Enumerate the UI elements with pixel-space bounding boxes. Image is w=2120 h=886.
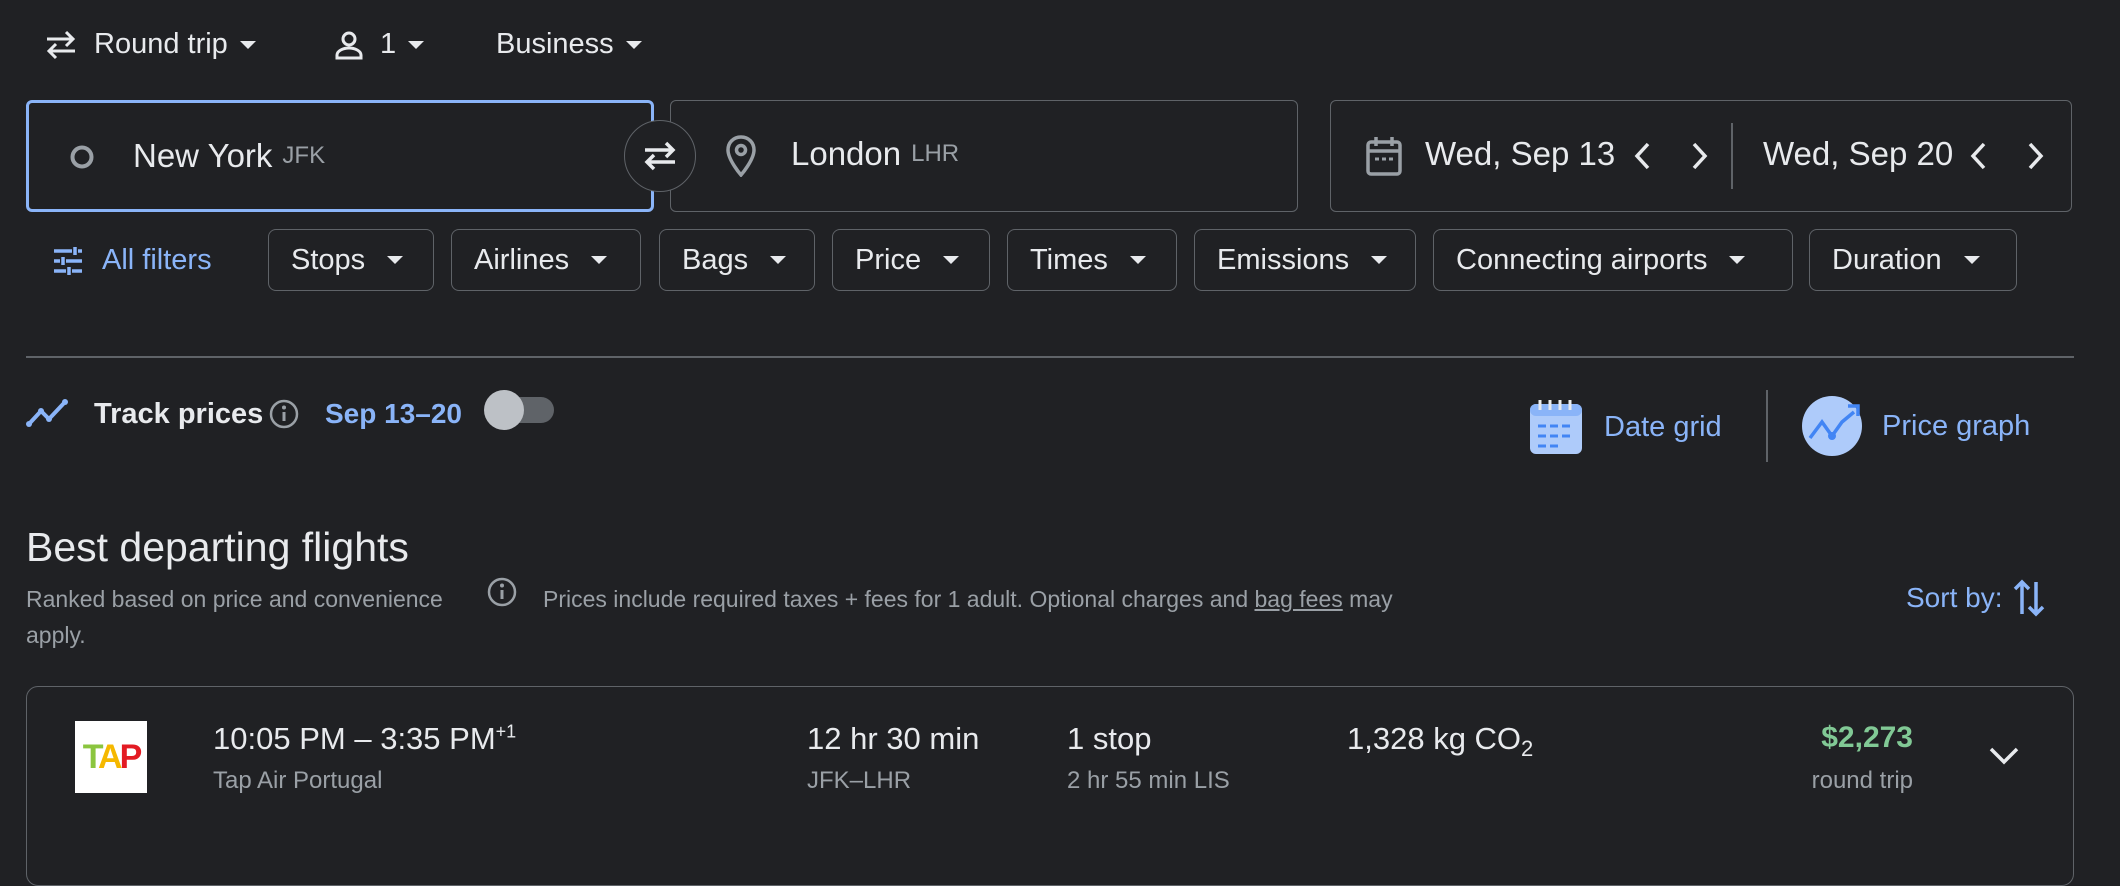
expand-chevron-icon[interactable] xyxy=(1987,745,2021,767)
date-grid-label: Date grid xyxy=(1604,410,1722,443)
origin-field[interactable]: New York JFK xyxy=(26,100,654,212)
emissions-value: 1,328 kg CO2 xyxy=(1347,721,1533,762)
all-filters-button[interactable]: All filters xyxy=(52,244,212,277)
depart-time: 10:05 PM xyxy=(213,721,346,756)
price-graph-icon xyxy=(1802,396,1862,456)
date-divider xyxy=(1731,123,1733,189)
time-separator: – xyxy=(354,721,372,756)
trip-type-label: Round trip xyxy=(94,28,228,60)
stops-count: 1 stop xyxy=(1067,721,1152,756)
chip-label: Times xyxy=(1030,243,1108,276)
chevron-down-icon xyxy=(1963,256,1980,264)
person-icon xyxy=(334,30,364,60)
calendar-icon xyxy=(1365,135,1403,177)
day-offset: +1 xyxy=(495,721,517,742)
destination-city: London xyxy=(791,135,902,172)
airline-name: Tap Air Portugal xyxy=(213,767,383,794)
chip-label: Duration xyxy=(1832,243,1942,276)
origin-city: New York xyxy=(133,137,273,174)
cabin-class-select[interactable]: Business xyxy=(480,28,642,61)
depart-prev-button[interactable] xyxy=(1633,141,1653,171)
trip-type-select[interactable]: Round trip xyxy=(44,28,256,61)
filter-chip-bags[interactable]: Bags xyxy=(659,229,815,291)
swap-arrows-icon xyxy=(44,30,78,60)
return-prev-button[interactable] xyxy=(1969,141,1989,171)
trending-up-icon xyxy=(26,396,72,428)
passengers-select[interactable]: 1 xyxy=(334,28,425,61)
view-divider xyxy=(1766,390,1768,462)
depart-date[interactable]: Wed, Sep 13 xyxy=(1425,135,1615,173)
ranking-note: Ranked based on price and convenience xyxy=(26,586,443,612)
price-note: round trip xyxy=(1811,767,1913,794)
chevron-down-icon xyxy=(239,40,256,49)
disclaimer-wrap: apply. xyxy=(26,622,86,648)
tune-icon xyxy=(52,246,84,275)
date-grid-icon xyxy=(1528,398,1584,456)
chevron-down-icon xyxy=(591,256,608,264)
origin-circle-icon xyxy=(69,144,95,170)
layover-info: 2 hr 55 min LIS xyxy=(1067,767,1230,794)
price-graph-label: Price graph xyxy=(1882,409,2031,442)
swap-locations-button[interactable] xyxy=(624,120,696,192)
track-prices-label: Track prices xyxy=(94,398,264,430)
depart-next-button[interactable] xyxy=(1689,141,1709,171)
origin-code: JFK xyxy=(282,142,326,169)
emissions-subscript: 2 xyxy=(1521,736,1534,762)
filter-chip-duration[interactable]: Duration xyxy=(1809,229,2017,291)
chevron-down-icon xyxy=(1129,256,1146,264)
filter-chip-connecting-airports[interactable]: Connecting airports xyxy=(1433,229,1793,291)
date-grid-button[interactable]: Date grid xyxy=(1528,398,1722,456)
track-date-range: Sep 13–20 xyxy=(325,398,462,429)
destination-code: LHR xyxy=(911,140,960,167)
chevron-down-icon xyxy=(1371,256,1388,264)
results-heading: Best departing flights xyxy=(26,524,409,570)
filter-chip-emissions[interactable]: Emissions xyxy=(1194,229,1416,291)
arrive-time: 3:35 PM xyxy=(380,721,496,756)
chevron-down-icon xyxy=(1729,256,1746,264)
price-disclaimer: Prices include required taxes + fees for… xyxy=(543,586,1393,613)
date-range-field: Wed, Sep 13 Wed, Sep 20 xyxy=(1330,100,2072,212)
info-icon[interactable] xyxy=(268,398,300,430)
destination-field[interactable]: London LHR xyxy=(670,100,1298,212)
location-pin-icon xyxy=(725,135,757,177)
info-icon[interactable] xyxy=(486,576,518,608)
bag-fees-link[interactable]: bag fees xyxy=(1255,586,1343,612)
chevron-down-icon xyxy=(408,40,425,49)
passengers-count: 1 xyxy=(380,28,397,60)
return-date[interactable]: Wed, Sep 20 xyxy=(1763,135,1953,173)
toggle-knob xyxy=(484,390,524,430)
swap-arrows-icon xyxy=(641,139,679,173)
chip-label: Emissions xyxy=(1217,243,1350,276)
sort-icon xyxy=(2012,578,2046,618)
return-next-button[interactable] xyxy=(2025,141,2045,171)
chip-label: Airlines xyxy=(474,243,570,276)
filter-chip-times[interactable]: Times xyxy=(1007,229,1177,291)
filter-chip-stops[interactable]: Stops xyxy=(268,229,434,291)
flight-result-card[interactable]: TAP 10:05 PM – 3:35 PM+1 Tap Air Portuga… xyxy=(26,686,2074,886)
sort-by-button[interactable]: Sort by: xyxy=(1906,578,2046,618)
disclaimer-text: Prices include required taxes + fees for… xyxy=(543,586,1249,612)
sort-by-label: Sort by: xyxy=(1906,582,2003,613)
chip-label: Bags xyxy=(682,243,749,276)
price-graph-button[interactable]: Price graph xyxy=(1802,396,2030,456)
cabin-class-label: Business xyxy=(496,28,614,60)
airline-logo: TAP xyxy=(75,721,147,793)
filter-chip-price[interactable]: Price xyxy=(832,229,990,291)
flight-price: $2,273 xyxy=(1821,721,1913,754)
chevron-down-icon xyxy=(625,40,642,49)
section-divider xyxy=(26,356,2074,358)
chip-label: Stops xyxy=(291,243,366,276)
disclaimer-text-end: may xyxy=(1349,586,1393,612)
emissions-text: 1,328 kg CO xyxy=(1347,721,1522,756)
all-filters-label: All filters xyxy=(102,244,212,276)
chip-label: Connecting airports xyxy=(1456,243,1708,276)
flight-duration: 12 hr 30 min xyxy=(807,721,980,756)
chip-label: Price xyxy=(855,243,922,276)
filter-chip-airlines[interactable]: Airlines xyxy=(451,229,641,291)
flight-times: 10:05 PM – 3:35 PM+1 xyxy=(213,721,516,757)
chevron-down-icon xyxy=(943,256,960,264)
chevron-down-icon xyxy=(387,256,404,264)
chevron-down-icon xyxy=(770,256,787,264)
flight-route: JFK–LHR xyxy=(807,767,912,794)
